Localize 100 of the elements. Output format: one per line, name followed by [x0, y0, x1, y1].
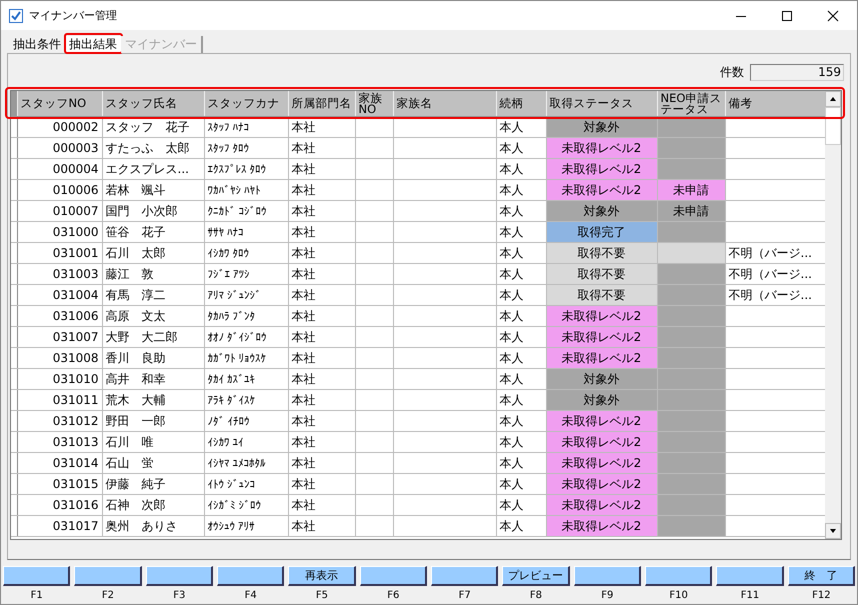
column-header[interactable]: 取得ステータス: [546, 91, 657, 116]
table-cell: 本社: [288, 117, 355, 138]
column-header[interactable]: スタッフNO: [17, 91, 102, 116]
count-field: 159: [750, 64, 844, 80]
table-cell: 笹谷 花子: [102, 222, 204, 242]
status-cell: 取得不要: [546, 264, 657, 284]
table-cell: 031015: [17, 474, 102, 494]
function-key-button[interactable]: [74, 566, 142, 586]
table-cell: ｲｼﾔﾏ ﾕﾒｺﾎﾀﾙ: [204, 452, 288, 474]
status-cell: 未取得レベル2: [546, 138, 657, 158]
table-cell: 本社: [288, 348, 355, 368]
function-key-button[interactable]: プレビュー: [502, 566, 570, 586]
function-key-label: F12: [812, 590, 831, 601]
table-cell: 本人: [496, 326, 546, 348]
table-cell: 本人: [496, 348, 546, 368]
status-cell: 未取得レベル2: [546, 410, 657, 432]
column-header[interactable]: 所属部門名: [288, 91, 355, 116]
table-cell: 本人: [496, 432, 546, 452]
table-cell: 本社: [288, 326, 355, 348]
close-icon[interactable]: [827, 10, 839, 22]
tab[interactable]: 抽出結果: [65, 36, 121, 53]
column-header[interactable]: スタッフカナ: [204, 91, 288, 116]
table-cell: ｱﾘﾏ ｼﾞｭﾝｼﾞ: [204, 284, 288, 306]
table-cell: ｲｼｶﾜ ﾀﾛｳ: [204, 242, 288, 264]
function-key-button[interactable]: [431, 566, 498, 586]
function-key-button[interactable]: [146, 566, 213, 586]
scroll-up-icon[interactable]: [825, 91, 841, 107]
status-cell: 未取得レベル2: [546, 306, 657, 326]
table-cell: 伊藤 純子: [102, 474, 204, 494]
column-header[interactable]: 備考: [725, 91, 825, 116]
table-cell: 本社: [288, 138, 355, 158]
function-key-label: F6: [387, 590, 400, 601]
table-cell: 高原 文太: [102, 306, 204, 326]
status-cell: 未取得レベル2: [546, 158, 657, 180]
function-key-button[interactable]: [360, 566, 427, 586]
table-cell: 本人: [496, 284, 546, 306]
function-key-button[interactable]: [3, 566, 70, 586]
table-cell: ｽﾀｯﾌ ﾊﾅｺ: [204, 117, 288, 138]
column-header[interactable]: 家族NO: [355, 91, 393, 116]
table-cell: 本人: [496, 452, 546, 474]
status-cell: 未取得レベル2: [546, 326, 657, 348]
table-cell: 本社: [288, 494, 355, 516]
status-cell: 未申請: [657, 180, 725, 200]
status-cell: 対象外: [546, 368, 657, 390]
table-cell: スタッフ 花子: [102, 117, 204, 138]
scroll-thumb[interactable]: [825, 107, 841, 145]
function-key-label: F5: [316, 590, 328, 601]
table-cell: すたっふ 太郎: [102, 138, 204, 158]
table-cell: 031010: [17, 368, 102, 390]
table-cell: 石川 唯: [102, 432, 204, 452]
table-cell: 010007: [17, 200, 102, 222]
function-key-button[interactable]: [716, 566, 784, 586]
table-cell: 031006: [17, 306, 102, 326]
column-header[interactable]: スタッフ氏名: [102, 91, 204, 116]
table-cell: 本社: [288, 158, 355, 180]
status-cell: 未取得レベル2: [546, 494, 657, 516]
scroll-down-icon[interactable]: [825, 523, 841, 539]
table-cell: 本人: [496, 368, 546, 390]
table-cell: ｱﾗｷ ﾀﾞｲｽｹ: [204, 390, 288, 410]
function-key-label: F7: [458, 590, 471, 601]
table-cell: 031004: [17, 284, 102, 306]
table-cell: 本社: [288, 452, 355, 474]
column-header[interactable]: NEO申請ステータス: [657, 91, 725, 116]
table-cell: 本社: [288, 516, 355, 536]
tab[interactable]: 抽出条件: [9, 36, 65, 53]
status-cell: 未取得レベル2: [546, 452, 657, 474]
function-key-button[interactable]: [574, 566, 641, 586]
table-cell: 本社: [288, 222, 355, 242]
table-cell: 000004: [17, 158, 102, 180]
table-cell: 本社: [288, 200, 355, 222]
table-cell: 若林 颯斗: [102, 180, 204, 200]
table-cell: 本社: [288, 284, 355, 306]
table-cell: ｲｼｶﾜ ﾕｲ: [204, 432, 288, 452]
table-cell: ｶｶﾞﾜﾄ ﾘｮｳｽｹ: [204, 348, 288, 368]
function-key-button[interactable]: [645, 566, 712, 586]
table-cell: 本人: [496, 390, 546, 410]
function-key-button[interactable]: 再表示: [288, 566, 356, 586]
function-key-button[interactable]: 終 了: [788, 566, 855, 586]
table-cell: 本人: [496, 222, 546, 242]
column-header[interactable]: 続柄: [496, 91, 546, 116]
status-cell: 未取得レベル2: [546, 180, 657, 200]
column-header[interactable]: 家族名: [393, 91, 496, 116]
table-cell: ﾀｶﾊﾗ ﾌﾞﾝﾀ: [204, 306, 288, 326]
function-key-button[interactable]: [217, 566, 284, 586]
status-cell: 取得完了: [546, 222, 657, 242]
table-cell: ｵｳｼｭｳ ｱﾘｻ: [204, 516, 288, 536]
maximize-icon[interactable]: [781, 10, 793, 22]
table-cell: 本社: [288, 306, 355, 326]
status-cell: 未取得レベル2: [546, 348, 657, 368]
scrollbar[interactable]: [825, 91, 841, 539]
table-cell: 031001: [17, 242, 102, 264]
table-cell: 031008: [17, 348, 102, 368]
table-cell: 石神 次郎: [102, 494, 204, 516]
table-cell: 国門 小次郎: [102, 200, 204, 222]
app-icon: [9, 8, 23, 22]
function-key-label: F4: [244, 590, 257, 601]
table-cell: 031016: [17, 494, 102, 516]
table-cell: 本人: [496, 180, 546, 200]
table-cell: 石山 蛍: [102, 452, 204, 474]
table-cell: 031014: [17, 452, 102, 474]
